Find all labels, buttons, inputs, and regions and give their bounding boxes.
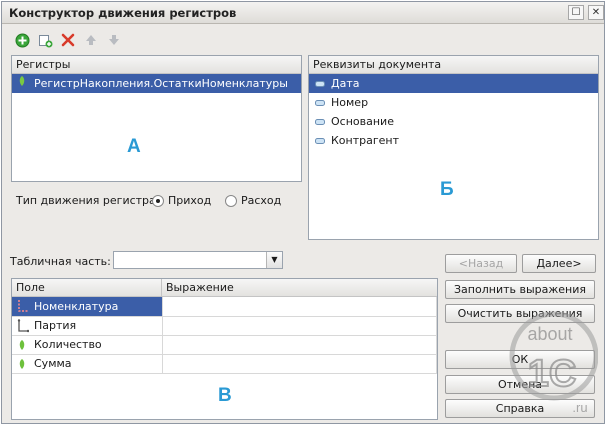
requisite-item[interactable]: Контрагент [309, 131, 598, 150]
expression-cell[interactable] [162, 316, 437, 336]
radio-income-label[interactable]: Приход [168, 194, 211, 207]
chevron-down-icon[interactable]: ▼ [266, 252, 282, 268]
requisite-item[interactable]: Дата [309, 74, 598, 93]
registers-header: Регистры [12, 56, 301, 74]
requisites-panel: Реквизиты документа Дата Номер Основание… [308, 55, 599, 240]
clear-expressions-button[interactable]: Очистить выражения [445, 304, 595, 323]
next-button[interactable]: Далее> [522, 254, 596, 273]
watermark-text-about: about [527, 324, 572, 344]
tabular-part-select[interactable]: ▼ [113, 251, 283, 269]
dimension-icon [17, 318, 30, 336]
field-name: Партия [34, 319, 77, 332]
delete-icon[interactable] [60, 33, 76, 49]
move-up-icon[interactable] [83, 33, 99, 49]
field-name: Сумма [34, 357, 72, 370]
maximize-button[interactable]: ☐ [568, 5, 584, 20]
tabular-part-value [114, 253, 118, 266]
window-title: Конструктор движения регистров [9, 6, 237, 20]
expression-cell[interactable] [162, 354, 437, 374]
radio-income[interactable] [152, 195, 164, 207]
table-row[interactable]: Количество [12, 335, 437, 355]
radio-expense[interactable] [225, 195, 237, 207]
ok-button[interactable]: ОК [445, 350, 595, 369]
requisite-label: Дата [331, 77, 360, 90]
expression-cell[interactable] [162, 297, 437, 317]
copy-icon[interactable] [37, 33, 53, 49]
requisite-item[interactable]: Основание [309, 112, 598, 131]
register-item[interactable]: РегистрНакопления.ОстаткиНоменклатуры [12, 74, 301, 93]
close-button[interactable]: ✕ [588, 5, 604, 20]
cancel-button[interactable]: Отмена [445, 375, 595, 394]
resource-leaf-icon [18, 358, 26, 373]
requisite-label: Контрагент [331, 134, 400, 147]
column-header-expression[interactable]: Выражение [162, 279, 437, 296]
annotation-b: Б [440, 179, 454, 200]
register-leaf-icon [18, 74, 26, 93]
annotation-a: А [127, 136, 141, 157]
column-header-field[interactable]: Поле [12, 279, 162, 296]
table-row[interactable]: Сумма [12, 354, 437, 374]
back-button[interactable]: <Назад [445, 254, 517, 273]
annotation-c: В [218, 385, 232, 406]
requisite-label: Номер [331, 96, 369, 109]
attribute-icon [315, 131, 325, 150]
table-row[interactable]: Номенклатура [12, 297, 437, 317]
dimension-icon [17, 299, 29, 316]
resource-leaf-icon [18, 339, 26, 354]
attribute-icon [315, 93, 325, 112]
movement-type-label: Тип движения регистра: [16, 194, 160, 207]
move-down-icon[interactable] [106, 33, 122, 49]
help-button[interactable]: Справка [445, 399, 595, 418]
register-item-label: РегистрНакопления.ОстаткиНоменклатуры [34, 77, 288, 90]
radio-expense-label[interactable]: Расход [241, 194, 281, 207]
expression-cell[interactable] [162, 335, 437, 355]
constructor-window: Конструктор движения регистров ☐ ✕ Регис… [1, 1, 605, 424]
requisites-header: Реквизиты документа [309, 56, 598, 74]
field-name: Номенклатура [34, 299, 119, 313]
add-icon[interactable] [14, 33, 30, 49]
fields-table-header: Поле Выражение [12, 279, 437, 297]
tabular-part-label: Табличная часть: [10, 255, 111, 268]
fields-grid: Номенклатура Партия Количество Сумма [12, 297, 437, 374]
registers-panel: Регистры РегистрНакопления.ОстаткиНоменк… [11, 55, 302, 182]
fill-expressions-button[interactable]: Заполнить выражения [445, 280, 595, 299]
requisite-label: Основание [331, 115, 394, 128]
title-bar: Конструктор движения регистров ☐ ✕ [2, 2, 604, 24]
table-row[interactable]: Партия [12, 316, 437, 336]
attribute-icon [315, 74, 325, 93]
attribute-icon [315, 112, 325, 131]
requisite-item[interactable]: Номер [309, 93, 598, 112]
field-name: Количество [34, 338, 102, 351]
